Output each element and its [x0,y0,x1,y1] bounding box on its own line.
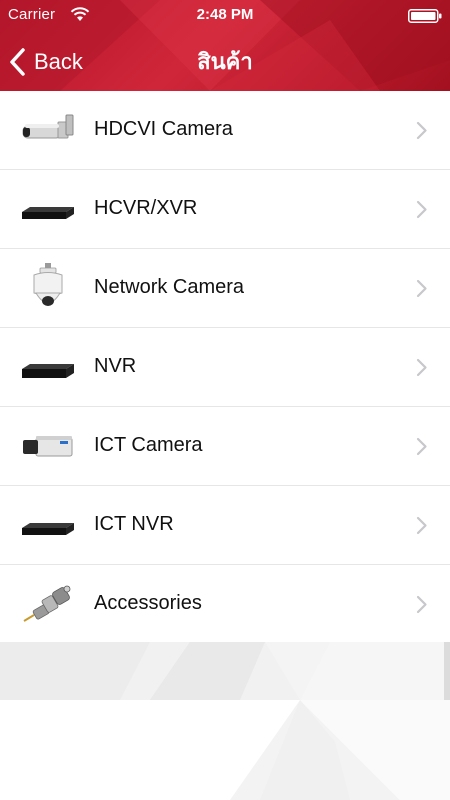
page-title: สินค้า [197,49,253,74]
list-item-ict-camera[interactable]: ICT Camera [0,407,450,486]
chevron-right-icon [416,595,427,614]
status-bar: Carrier 2:48 PM [0,0,450,32]
box-camera-icon [23,436,73,457]
bnc-connector-icon [23,585,71,622]
chevron-right-icon [416,279,427,298]
chevron-right-icon [416,121,427,140]
background-pattern [0,642,450,800]
list-item-nvr[interactable]: NVR [0,328,450,407]
list-item-label: Network Camera [94,276,245,298]
list-item-label: NVR [94,355,137,377]
header: Carrier 2:48 PM Back สินค้า [0,0,450,91]
list-item-label: HCVR/XVR [94,197,198,219]
battery-icon [408,9,442,23]
recorder-box-icon [22,523,74,535]
list-item-label: ICT NVR [94,513,174,535]
recorder-box-icon [22,364,74,378]
product-list: HDCVI Camera HCVR/XVR Network Camera NVR… [0,91,450,644]
list-item-hcvr-xvr[interactable]: HCVR/XVR [0,170,450,249]
navigation-bar: Back สินค้า [0,32,450,91]
list-item-hdcvi-camera[interactable]: HDCVI Camera [0,91,450,170]
list-item-label: Accessories [94,592,202,614]
bullet-camera-icon [22,114,74,139]
chevron-right-icon [416,516,427,535]
list-item-ict-nvr[interactable]: ICT NVR [0,486,450,565]
recorder-box-icon [22,207,74,219]
products-screen: Carrier 2:48 PM Back สินค้า HDCVI Camera… [0,0,450,800]
chevron-right-icon [416,358,427,377]
chevron-right-icon [416,437,427,456]
chevron-right-icon [416,200,427,219]
list-item-network-camera[interactable]: Network Camera [0,249,450,328]
ptz-dome-camera-icon [33,263,63,306]
list-item-label: ICT Camera [94,434,203,456]
clock: 2:48 PM [196,6,254,23]
list-item-accessories[interactable]: Accessories [0,565,450,644]
list-item-label: HDCVI Camera [94,118,233,140]
